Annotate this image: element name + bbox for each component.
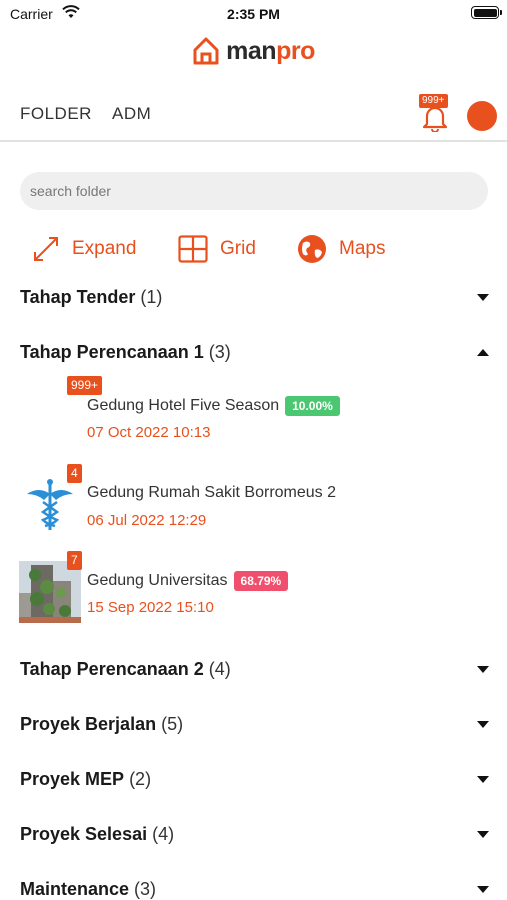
house-logo-icon xyxy=(193,37,219,65)
section-proyek-berjalan[interactable]: Proyek Berjalan (5) xyxy=(0,710,507,740)
clock: 2:35 PM xyxy=(227,6,280,22)
tab-adm[interactable]: ADM xyxy=(112,104,151,124)
tab-folder[interactable]: FOLDER xyxy=(20,104,92,124)
section-title: Proyek MEP (2) xyxy=(20,769,152,789)
progress-badge: 68.79% xyxy=(233,571,289,591)
logo-text: manpro xyxy=(226,36,315,65)
expand-label: Expand xyxy=(72,238,137,259)
project-item[interactable]: 4 Gedung Rumah Sakit Borromeus 2 06 Jul … xyxy=(0,464,507,540)
expand-icon xyxy=(34,237,58,261)
bell-icon xyxy=(422,106,448,132)
chevron-down-icon xyxy=(477,776,489,783)
notification-button[interactable]: 999+ xyxy=(417,94,453,134)
project-name: Gedung Hotel Five Season 10.00% xyxy=(87,396,340,416)
notification-badge: 999+ xyxy=(419,94,448,108)
project-name: Gedung Universitas 68.79% xyxy=(87,571,289,591)
view-options: Expand Grid Maps xyxy=(0,232,507,268)
chevron-down-icon xyxy=(477,721,489,728)
avatar[interactable] xyxy=(467,101,497,131)
project-date: 07 Oct 2022 10:13 xyxy=(87,424,211,441)
project-item[interactable]: 999+ Gedung Hotel Five Season 10.00% 07 … xyxy=(0,376,507,452)
grid-icon xyxy=(178,235,208,263)
maps-label: Maps xyxy=(339,238,386,259)
notification-badge: 999+ xyxy=(67,376,103,395)
section-proyek-mep[interactable]: Proyek MEP (2) xyxy=(0,765,507,795)
notification-badge: 7 xyxy=(67,551,82,570)
chevron-down-icon xyxy=(477,294,489,301)
chevron-down-icon xyxy=(477,666,489,673)
grid-button[interactable]: Grid xyxy=(178,232,256,266)
section-title: Tahap Tender (1) xyxy=(20,287,163,307)
chevron-up-icon xyxy=(477,349,489,356)
status-bar: Carrier 2:35 PM xyxy=(0,0,507,28)
section-tahap-perencanaan-1[interactable]: Tahap Perencanaan 1 (3) xyxy=(0,338,507,368)
section-title: Maintenance (3) xyxy=(20,879,157,899)
building-photo xyxy=(19,561,81,623)
chevron-down-icon xyxy=(477,886,489,893)
project-date: 15 Sep 2022 15:10 xyxy=(87,599,214,616)
search-input[interactable] xyxy=(20,172,488,210)
section-title: Proyek Selesai (4) xyxy=(20,824,175,844)
top-navigation: FOLDER ADM 999+ xyxy=(0,88,507,142)
project-item[interactable]: 7 Gedung Universitas 68.79% 15 Sep 2022 … xyxy=(0,551,507,627)
progress-badge: 10.00% xyxy=(285,396,340,416)
section-title: Tahap Perencanaan 2 (4) xyxy=(20,659,231,679)
caduceus-icon xyxy=(27,479,73,530)
section-title: Tahap Perencanaan 1 (3) xyxy=(20,342,231,362)
notification-badge: 4 xyxy=(67,464,82,483)
section-maintenance[interactable]: Maintenance (3) xyxy=(0,875,507,900)
section-tahap-perencanaan-2[interactable]: Tahap Perencanaan 2 (4) xyxy=(0,655,507,685)
expand-button[interactable]: Expand xyxy=(32,232,136,266)
section-tahap-tender[interactable]: Tahap Tender (1) xyxy=(0,283,507,313)
globe-icon xyxy=(298,235,326,263)
grid-label: Grid xyxy=(220,238,256,259)
section-title: Proyek Berjalan (5) xyxy=(20,714,184,734)
maps-button[interactable]: Maps xyxy=(297,232,385,266)
project-date: 06 Jul 2022 12:29 xyxy=(87,512,207,529)
chevron-down-icon xyxy=(477,831,489,838)
app-logo: manpro xyxy=(0,32,507,70)
project-name: Gedung Rumah Sakit Borromeus 2 xyxy=(87,484,337,501)
section-proyek-selesai[interactable]: Proyek Selesai (4) xyxy=(0,820,507,850)
battery-icon xyxy=(471,6,502,19)
